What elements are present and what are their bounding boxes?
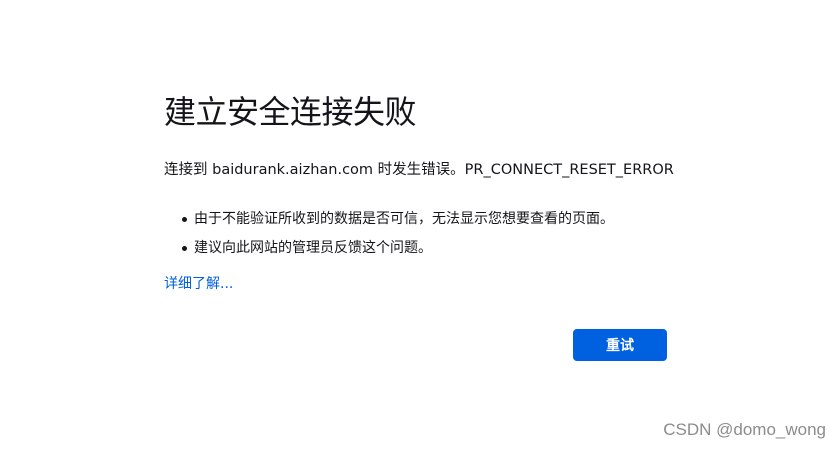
learn-more-link[interactable]: 详细了解... (164, 274, 233, 294)
retry-button[interactable]: 重试 (573, 329, 667, 361)
list-item: 由于不能验证所收到的数据是否可信，无法显示您想要查看的页面。 (164, 209, 614, 229)
bullet-icon (182, 217, 187, 222)
page-title: 建立安全连接失败 (164, 93, 417, 131)
reason-text: 建议向此网站的管理员反馈这个问题。 (194, 240, 432, 256)
reason-text: 由于不能验证所收到的数据是否可信，无法显示您想要查看的页面。 (194, 211, 614, 227)
bullet-icon (182, 246, 187, 251)
reason-list: 由于不能验证所收到的数据是否可信，无法显示您想要查看的页面。 建议向此网站的管理… (164, 209, 614, 267)
list-item: 建议向此网站的管理员反馈这个问题。 (164, 238, 614, 258)
watermark: CSDN @domo_wong (663, 420, 826, 439)
error-description: 连接到 baidurank.aizhan.com 时发生错误。PR_CONNEC… (164, 162, 674, 178)
